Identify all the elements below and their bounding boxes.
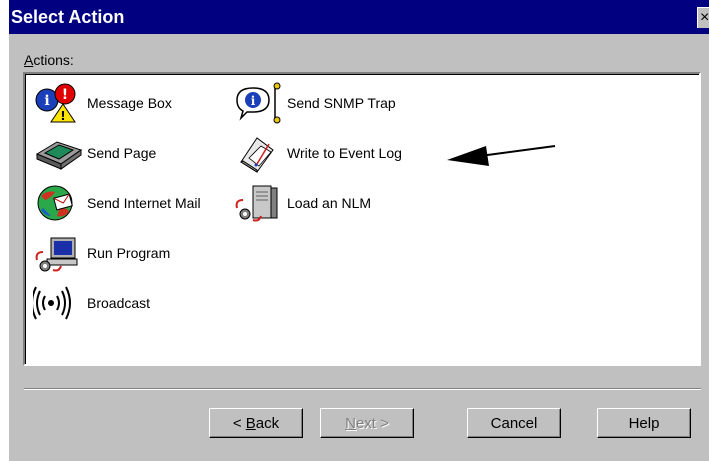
- action-label: Send Internet Mail: [87, 195, 201, 211]
- broadcast-icon: [33, 282, 85, 324]
- load-nlm-icon: [233, 182, 285, 224]
- action-label: Broadcast: [87, 295, 151, 311]
- cancel-button[interactable]: Cancel: [467, 408, 561, 438]
- action-item-load-an-nlm[interactable]: Load an NLM: [233, 182, 371, 224]
- actions-label: Actions:: [24, 52, 74, 68]
- svg-text:!: !: [62, 87, 68, 103]
- pager-icon: [33, 132, 85, 174]
- action-label: Write to Event Log: [287, 145, 402, 161]
- action-item-broadcast[interactable]: Broadcast: [33, 282, 150, 324]
- close-button[interactable]: ×: [697, 7, 709, 28]
- actions-list[interactable]: i ! ! Message Box Send Page Send Interne…: [23, 72, 701, 366]
- run-program-icon: [33, 232, 85, 274]
- action-item-run-program[interactable]: Run Program: [33, 232, 170, 274]
- event-log-icon: [233, 132, 285, 174]
- internet-mail-icon: [33, 182, 85, 224]
- window-title: Select Action: [11, 7, 125, 27]
- next-button[interactable]: Next >: [320, 408, 414, 438]
- separator-highlight: [24, 389, 701, 390]
- action-label: Send Page: [87, 145, 157, 161]
- action-item-send-page[interactable]: Send Page: [33, 132, 156, 174]
- svg-text:!: !: [60, 109, 65, 123]
- title-bar: Select Action ×: [9, 0, 709, 34]
- action-item-message-box[interactable]: i ! ! Message Box: [33, 82, 172, 124]
- svg-text:i: i: [44, 93, 49, 109]
- action-item-send-internet-mail[interactable]: Send Internet Mail: [33, 182, 201, 224]
- action-label: Send SNMP Trap: [287, 95, 396, 111]
- help-button[interactable]: Help: [597, 408, 691, 438]
- message-box-icon: i ! !: [33, 82, 85, 124]
- action-label: Load an NLM: [287, 195, 372, 211]
- action-item-write-to-event-log[interactable]: Write to Event Log: [233, 132, 402, 174]
- svg-text:i: i: [251, 94, 256, 108]
- action-label: Message Box: [87, 95, 172, 111]
- snmp-trap-icon: i: [233, 82, 285, 124]
- action-item-send-snmp-trap[interactable]: i Send SNMP Trap: [233, 82, 396, 124]
- action-label: Run Program: [87, 245, 171, 261]
- back-button[interactable]: < Back: [209, 408, 303, 438]
